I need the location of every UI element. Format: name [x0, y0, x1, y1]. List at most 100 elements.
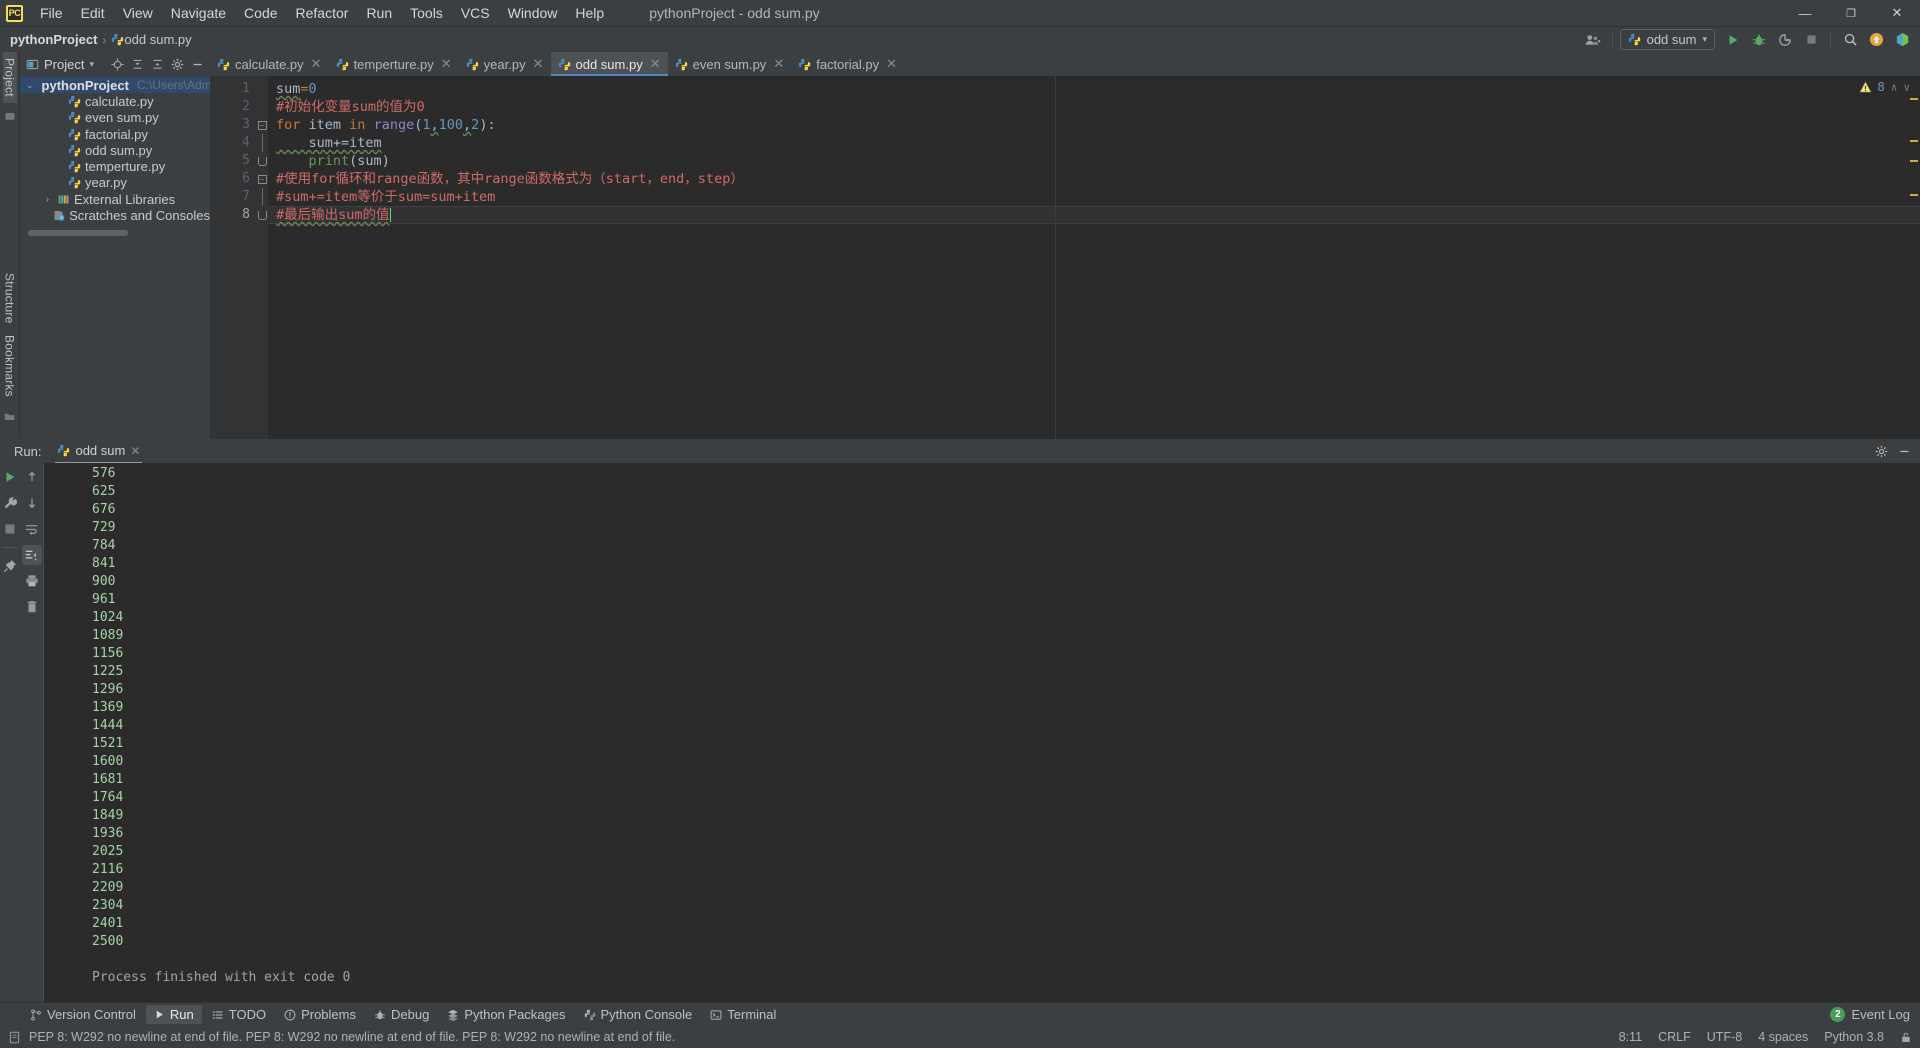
tool-button-python-packages[interactable]: Python Packages: [439, 1005, 573, 1024]
minimize-button[interactable]: —: [1782, 0, 1828, 27]
code-line-7[interactable]: #sum+=item等价于sum=sum+item: [268, 188, 1920, 206]
tool-button-structure[interactable]: Structure: [3, 267, 17, 330]
close-icon[interactable]: ✕: [130, 444, 140, 458]
event-log-button[interactable]: 2 Event Log: [1830, 1007, 1910, 1022]
close-icon[interactable]: ✕: [650, 56, 661, 72]
breadcrumb-project[interactable]: pythonProject: [10, 32, 97, 47]
maximize-button[interactable]: ❐: [1828, 0, 1874, 27]
code-line-3[interactable]: for item in range(1,100,2):: [268, 116, 1920, 134]
scroll-to-end-button[interactable]: [21, 545, 42, 565]
project-panel-title[interactable]: Project ▾: [26, 57, 94, 72]
print-button[interactable]: [22, 571, 42, 591]
previous-problem-icon[interactable]: ∧: [1891, 81, 1898, 94]
edit-configuration-button[interactable]: [0, 493, 20, 513]
menu-code[interactable]: Code: [235, 1, 286, 25]
tree-node-even-sum-py[interactable]: even sum.py: [20, 110, 210, 126]
code-line-1[interactable]: sum=0: [268, 80, 1920, 98]
fold-marker-for-loop[interactable]: −: [256, 116, 268, 134]
code-content[interactable]: sum=0 #初始化变量sum的值为0 for item in range(1,…: [268, 76, 1920, 439]
line-separator[interactable]: CRLF: [1658, 1030, 1691, 1044]
commit-icon[interactable]: [4, 109, 16, 125]
tool-button-version-control[interactable]: Version Control: [22, 1005, 144, 1024]
search-everywhere-button[interactable]: [1838, 29, 1862, 51]
editor-tab-even-sum-py[interactable]: even sum.py ✕: [668, 52, 792, 76]
run-configuration-selector[interactable]: odd sum ▾: [1619, 29, 1715, 50]
tree-node-odd-sum-py[interactable]: odd sum.py: [20, 142, 210, 158]
code-line-8[interactable]: #最后输出sum的值: [268, 206, 1920, 224]
python-interpreter[interactable]: Python 3.8: [1824, 1030, 1884, 1044]
menu-file[interactable]: File: [31, 1, 72, 25]
debug-button[interactable]: [1747, 29, 1771, 51]
indent-setting[interactable]: 4 spaces: [1758, 1030, 1808, 1044]
caret-position[interactable]: 8:11: [1619, 1030, 1642, 1044]
menu-help[interactable]: Help: [566, 1, 613, 25]
run-panel-hide-button[interactable]: [1895, 442, 1914, 461]
close-icon[interactable]: ✕: [886, 56, 897, 72]
tool-button-todo[interactable]: TODO: [204, 1005, 274, 1024]
tree-node-calculate-py[interactable]: calculate.py: [20, 93, 210, 109]
code-line-5[interactable]: print(sum): [268, 152, 1920, 170]
file-encoding[interactable]: UTF-8: [1707, 1030, 1742, 1044]
clear-all-button[interactable]: [22, 597, 42, 617]
next-problem-icon[interactable]: ∨: [1903, 81, 1910, 94]
stripe-marker[interactable]: [1910, 140, 1918, 142]
editor-tab-factorial-py[interactable]: factorial.py ✕: [791, 52, 904, 76]
run-panel-settings-button[interactable]: [1872, 442, 1891, 461]
expand-all-button[interactable]: [128, 55, 147, 74]
editor-horizontal-scrollbar[interactable]: [256, 432, 1920, 439]
tool-button-project[interactable]: Project: [2, 52, 17, 103]
close-icon[interactable]: ✕: [311, 56, 322, 72]
console-output[interactable]: 576 625 676 729 784 841 900 961 1024 108…: [44, 463, 1920, 1002]
fold-marker-comment-end[interactable]: [256, 206, 268, 224]
tool-button-bookmarks[interactable]: Bookmarks: [3, 329, 17, 403]
close-icon[interactable]: ✕: [773, 56, 784, 72]
stripe-marker[interactable]: [1910, 160, 1918, 162]
menu-window[interactable]: Window: [499, 1, 567, 25]
scroll-up-button[interactable]: [22, 467, 42, 487]
editor-tab-calculate-py[interactable]: calculate.py ✕: [210, 52, 329, 76]
rerun-button[interactable]: [0, 467, 20, 487]
hide-panel-button[interactable]: [188, 55, 207, 74]
tree-node-temperture-py[interactable]: temperture.py: [20, 158, 210, 174]
menu-navigate[interactable]: Navigate: [162, 1, 235, 25]
editor-tab-odd-sum-py[interactable]: odd sum.py ✕: [550, 52, 668, 76]
project-tree-hscrollbar[interactable]: [28, 229, 202, 236]
run-with-coverage-button[interactable]: [1773, 29, 1797, 51]
update-project-button[interactable]: [1864, 29, 1888, 51]
tree-node-factorial-py[interactable]: factorial.py: [20, 126, 210, 142]
code-line-2[interactable]: #初始化变量sum的值为0: [268, 98, 1920, 116]
code-editor[interactable]: 1 2 3 4 5 6 7 8 − − sum=0 #初始化变量sum的值为0 …: [210, 76, 1920, 439]
stripe-marker[interactable]: [1910, 98, 1918, 100]
project-settings-button[interactable]: [168, 55, 187, 74]
tree-node-external-libraries[interactable]: › External Libraries: [20, 191, 210, 207]
close-icon[interactable]: ✕: [533, 56, 544, 72]
lock-icon[interactable]: [1900, 1031, 1912, 1044]
stripe-marker[interactable]: [1910, 194, 1918, 196]
fold-marker-end[interactable]: [256, 152, 268, 170]
inspection-icon[interactable]: [8, 1031, 21, 1044]
tree-node-pythonproject[interactable]: ⌄ pythonProject C:\Users\Admini: [20, 77, 210, 94]
editor-tab-temperture-py[interactable]: temperture.py ✕: [329, 52, 459, 76]
menu-edit[interactable]: Edit: [72, 1, 114, 25]
pin-tab-button[interactable]: [0, 556, 20, 576]
breadcrumb-file[interactable]: odd sum.py: [111, 32, 192, 47]
tool-button-python-console[interactable]: Python Console: [576, 1005, 701, 1024]
console-scrollbar[interactable]: [1910, 463, 1920, 1002]
menu-refactor[interactable]: Refactor: [287, 1, 358, 25]
tool-button-run[interactable]: Run: [145, 1005, 202, 1024]
soft-wrap-button[interactable]: [22, 519, 42, 539]
chevron-right-icon[interactable]: ›: [42, 194, 53, 204]
code-line-6[interactable]: #使用for循环和range函数，其中range函数格式为（start，end，…: [268, 170, 1920, 188]
code-folding-gutter[interactable]: − −: [256, 76, 268, 439]
bookmark-folder-icon[interactable]: [4, 409, 15, 425]
close-button[interactable]: ✕: [1874, 0, 1920, 27]
run-button[interactable]: [1721, 29, 1745, 51]
chevron-down-icon[interactable]: ⌄: [26, 80, 34, 91]
inspection-widget[interactable]: 8 ∧ ∨: [1859, 80, 1910, 94]
menu-run[interactable]: Run: [357, 1, 401, 25]
stop-process-button[interactable]: [0, 519, 20, 539]
scroll-down-button[interactable]: [22, 493, 42, 513]
fold-marker-comment[interactable]: −: [256, 170, 268, 188]
tool-button-debug[interactable]: Debug: [366, 1005, 437, 1024]
select-opened-file-button[interactable]: [108, 55, 127, 74]
